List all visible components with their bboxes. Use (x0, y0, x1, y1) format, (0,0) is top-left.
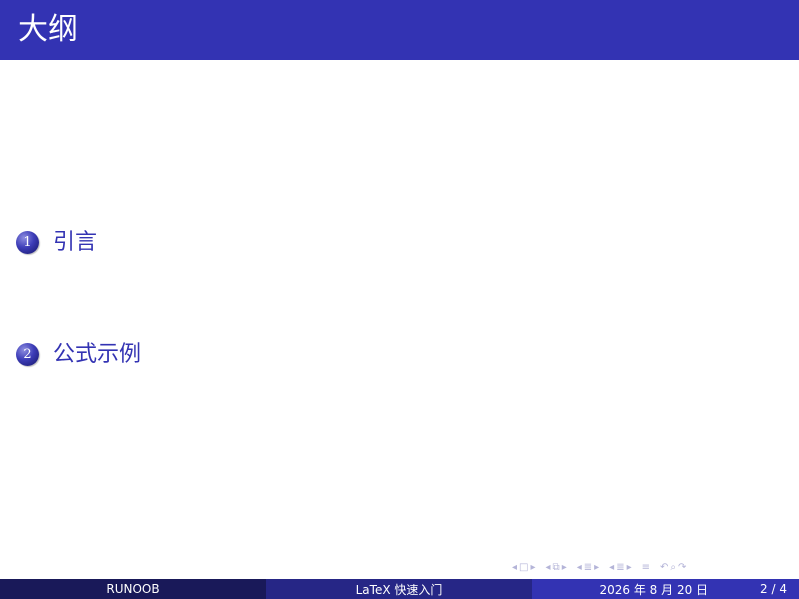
toc-item-label: 引言 (53, 229, 98, 255)
right-arrow-icon[interactable]: ▸ (594, 562, 599, 573)
navigation-symbols: ◂ □ ▸ ◂ ⧉ ▸ ◂ ≣ ▸ ◂ ≣ ▸ ≡ ↶ ⌕ ↷ (512, 560, 692, 574)
toc-item-label: 公式示例 (53, 341, 142, 367)
align-icon[interactable]: ≡ (642, 562, 650, 573)
search-group[interactable]: ↶ ⌕ ↷ (660, 562, 686, 573)
table-of-contents: 1 引言 2 公式示例 (0, 0, 799, 599)
search-icon[interactable]: ⌕ (670, 562, 676, 573)
footer-title: LaTeX 快速入门 (266, 579, 532, 599)
undo-icon[interactable]: ↶ (660, 562, 668, 573)
align-group[interactable]: ≡ (642, 562, 650, 573)
toc-number-ball: 1 (16, 231, 39, 254)
footline: RUNOOB LaTeX 快速入门 2026 年 8 月 20 日 2 / 4 (0, 579, 799, 599)
footer-date-text: 2026 年 8 月 20 日 (599, 582, 709, 597)
left-arrow-icon[interactable]: ◂ (546, 562, 551, 573)
left-arrow-icon[interactable]: ◂ (609, 562, 614, 573)
footer-author-text: RUNOOB (106, 582, 160, 596)
toc-number-ball: 2 (16, 343, 39, 366)
footer-date: 2026 年 8 月 20 日 2 / 4 (532, 579, 799, 599)
toc-item-intro[interactable]: 1 引言 (16, 231, 97, 254)
left-arrow-icon[interactable]: ◂ (512, 562, 517, 573)
footer-page-number: 2 / 4 (760, 582, 787, 596)
footer-author: RUNOOB (0, 579, 266, 599)
document-icon[interactable]: ≣ (616, 562, 624, 573)
right-arrow-icon[interactable]: ▸ (530, 562, 535, 573)
section-icon[interactable]: ≣ (584, 562, 592, 573)
right-arrow-icon[interactable]: ▸ (627, 562, 632, 573)
subsection-nav-group[interactable]: ◂ ⧉ ▸ (546, 562, 567, 573)
redo-icon[interactable]: ↷ (678, 562, 686, 573)
frame-icon[interactable]: □ (519, 562, 528, 573)
toc-item-formula-examples[interactable]: 2 公式示例 (16, 343, 141, 366)
right-arrow-icon[interactable]: ▸ (562, 562, 567, 573)
footer-title-text: LaTeX 快速入门 (355, 582, 443, 597)
left-arrow-icon[interactable]: ◂ (577, 562, 582, 573)
document-nav-group[interactable]: ◂ ≣ ▸ (609, 562, 631, 573)
subsection-icon[interactable]: ⧉ (553, 562, 560, 573)
section-nav-group[interactable]: ◂ ≣ ▸ (577, 562, 599, 573)
frame-nav-group[interactable]: ◂ □ ▸ (512, 562, 536, 573)
